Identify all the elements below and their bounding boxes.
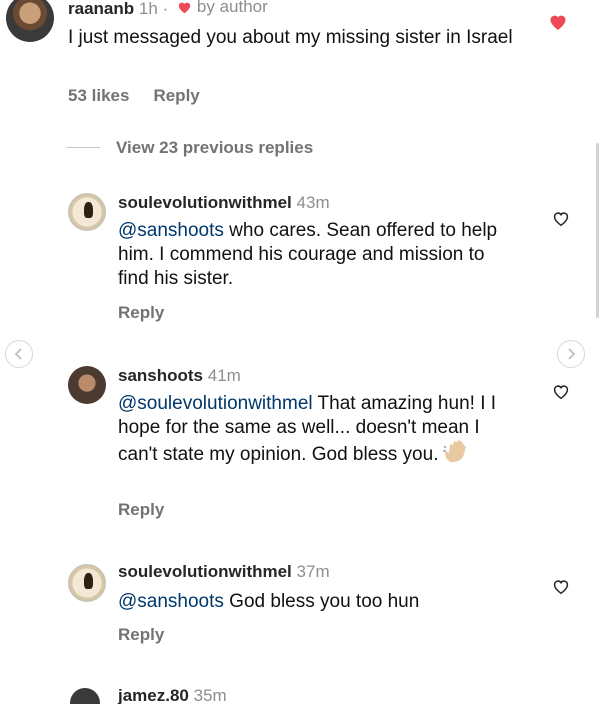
divider: [66, 147, 100, 148]
like-heart-icon[interactable]: [548, 12, 568, 31]
mention-link[interactable]: @sanshoots: [118, 220, 224, 241]
username[interactable]: soulevolutionwithmel: [118, 193, 292, 212]
comment-header: soulevolutionwithmel 43m: [118, 193, 330, 213]
reply-text: @sanshoots who cares. Sean offered to he…: [118, 219, 518, 291]
comment-meta: 53 likes Reply: [68, 86, 200, 106]
timestamp: 35m: [193, 686, 227, 704]
username[interactable]: sanshoots: [118, 366, 203, 385]
comment-header: soulevolutionwithmel 37m: [118, 562, 330, 582]
liked-by-author: by author: [175, 0, 268, 17]
avatar[interactable]: [68, 366, 106, 404]
reply-text: @sanshoots God bless you too hun: [118, 590, 518, 614]
timestamp: 37m: [296, 562, 330, 581]
like-heart-outline-icon[interactable]: [552, 578, 570, 595]
comment-header: sanshoots 41m: [118, 366, 241, 386]
view-previous-replies-button[interactable]: View 23 previous replies: [116, 138, 313, 158]
reply-button[interactable]: Reply: [153, 86, 199, 105]
timestamp: 43m: [296, 193, 330, 212]
reply-button[interactable]: Reply: [118, 625, 164, 645]
heart-icon: [178, 2, 191, 14]
scrollbar[interactable]: [596, 143, 599, 318]
mention-link[interactable]: @soulevolutionwithmel: [118, 393, 313, 414]
reply-text: @soulevolutionwithmel That amazing hun! …: [118, 392, 518, 467]
waving-hand-emoji-icon: [443, 440, 467, 463]
chevron-right-icon: [568, 348, 576, 360]
avatar[interactable]: [68, 564, 106, 602]
username[interactable]: soulevolutionwithmel: [118, 562, 292, 581]
timestamp: 1h ·: [138, 0, 169, 18]
like-heart-outline-icon[interactable]: [552, 210, 570, 227]
likes-count[interactable]: 53 likes: [68, 86, 129, 105]
comment-header: raananb 1h · by author: [68, 0, 268, 19]
avatar[interactable]: [68, 193, 106, 231]
reply-button[interactable]: Reply: [118, 303, 164, 323]
username[interactable]: jamez.80: [118, 686, 189, 704]
next-arrow-button[interactable]: [557, 340, 585, 368]
by-author-label: by author: [196, 0, 268, 16]
previous-arrow-button[interactable]: [5, 340, 33, 368]
comment-text: I just messaged you about my missing sis…: [68, 27, 513, 48]
like-heart-outline-icon[interactable]: [552, 383, 570, 400]
mention-link[interactable]: @sanshoots: [118, 591, 224, 612]
chevron-left-icon: [14, 348, 22, 360]
reply-text-body: God bless you too hun: [223, 591, 420, 612]
timestamp: 41m: [207, 366, 241, 385]
avatar[interactable]: [70, 688, 100, 704]
comment-header: jamez.80 35m: [118, 686, 227, 704]
username[interactable]: raananb: [68, 0, 134, 18]
reply-button[interactable]: Reply: [118, 500, 164, 520]
avatar[interactable]: [6, 0, 54, 42]
